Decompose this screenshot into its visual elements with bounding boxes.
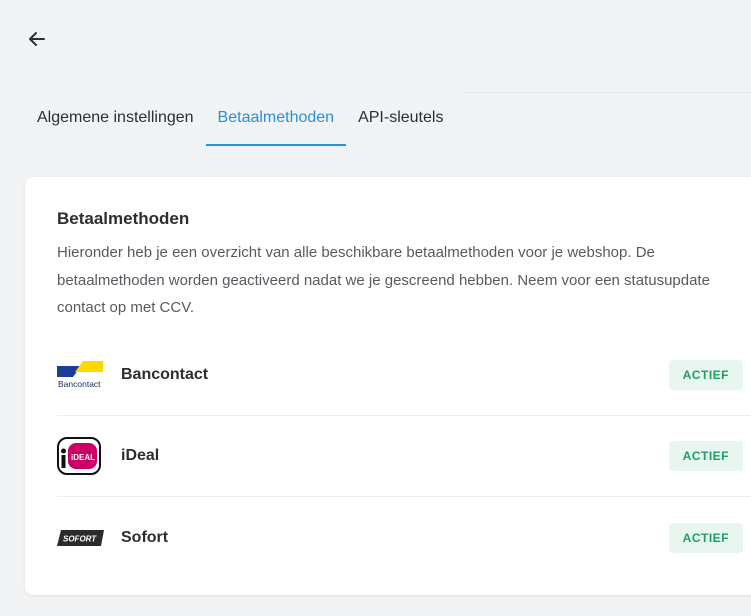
method-name: Sofort: [121, 528, 169, 546]
svg-text:iDEAL: iDEAL: [71, 453, 95, 462]
page: Algemene instellingen Betaalmethoden API…: [0, 0, 751, 616]
ideal-logo: iDEAL: [57, 434, 121, 478]
arrow-left-icon: [29, 32, 45, 46]
payment-method-bancontact: Bancontact Bancontact ACTIEF: [57, 335, 751, 416]
payment-method-list: Bancontact Bancontact ACTIEF iDEAL iDeal…: [57, 335, 751, 578]
tab-bar: Algemene instellingen Betaalmethoden API…: [25, 92, 455, 146]
payment-method-sofort: SOFORT Sofort ACTIEF: [57, 497, 751, 578]
payment-method-ideal: iDEAL iDeal ACTIEF: [57, 416, 751, 497]
status-badge: ACTIEF: [668, 441, 743, 471]
method-name: iDeal: [121, 447, 160, 464]
tab-api-keys[interactable]: API-sleutels: [346, 92, 455, 146]
status-badge: ACTIEF: [668, 522, 743, 553]
status-badge: ACTIEF: [668, 360, 743, 390]
tabs-divider: [463, 92, 751, 93]
card-description: Hieronder heb je een overzicht van alle …: [57, 244, 710, 316]
payment-methods-card: Betaalmethoden Hieronder heb je een over…: [25, 177, 751, 595]
svg-text:Bancontact: Bancontact: [58, 379, 101, 389]
tab-payment-methods[interactable]: Betaalmethoden: [205, 92, 347, 146]
card-title: Betaalmethoden: [57, 209, 190, 228]
tab-general-settings[interactable]: Algemene instellingen: [25, 92, 206, 146]
method-name: Bancontact: [121, 366, 209, 383]
svg-text:SOFORT: SOFORT: [63, 534, 97, 543]
bancontact-logo: Bancontact: [57, 353, 121, 397]
sofort-logo: SOFORT: [57, 516, 121, 560]
back-button[interactable]: [24, 26, 50, 52]
